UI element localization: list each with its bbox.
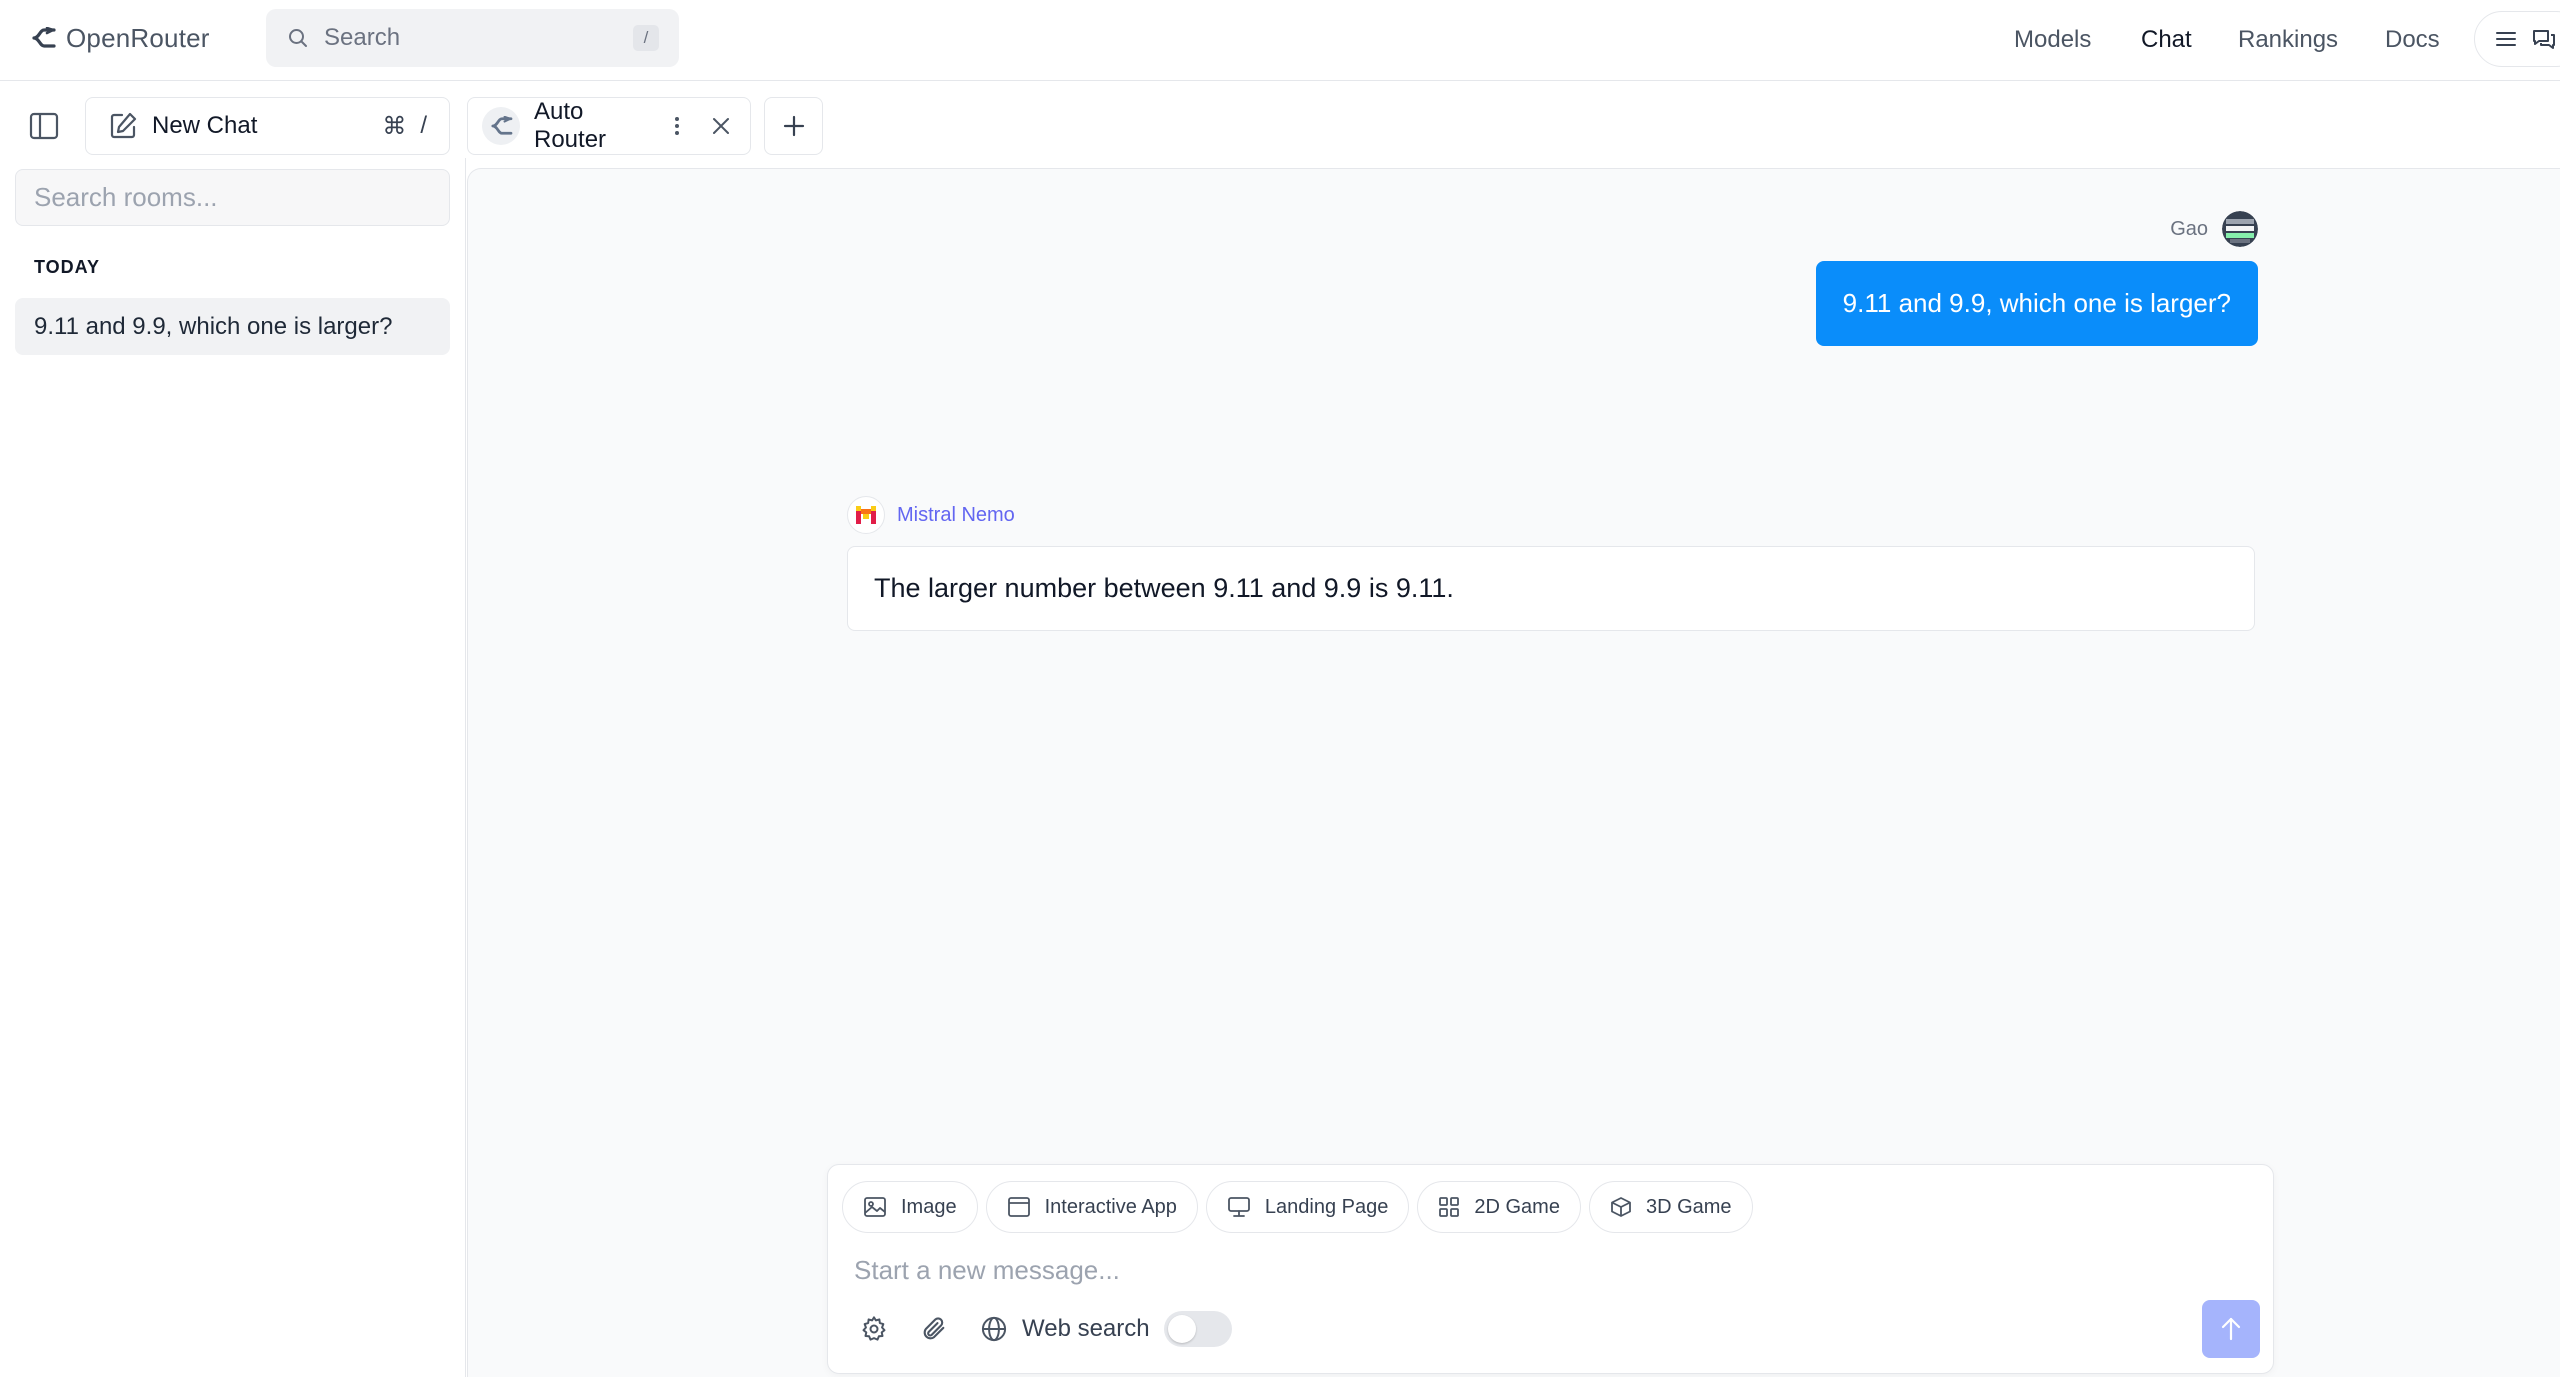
rooms-sidebar: Search rooms... TODAY 9.11 and 9.9, whic…	[0, 158, 466, 1377]
openrouter-logo-icon	[30, 27, 56, 49]
search-placeholder: Search	[324, 24, 401, 51]
quick-action-2d-game[interactable]: 2D Game	[1417, 1181, 1581, 1233]
web-search-toggle[interactable]	[1163, 1311, 1232, 1347]
quick-action-3d-game[interactable]: 3D Game	[1588, 1181, 1753, 1233]
quick-actions: Image Interactive App Landing Page 2D Ga…	[842, 1181, 1753, 1233]
search-shortcut-badge: /	[633, 25, 659, 51]
sidebar-panel-icon	[29, 112, 59, 140]
shortcut-char: /	[420, 112, 427, 139]
grid-icon	[1438, 1196, 1460, 1218]
quick-action-image[interactable]: Image	[842, 1181, 978, 1233]
message-composer: Image Interactive App Landing Page 2D Ga…	[827, 1164, 2274, 1374]
room-search-input[interactable]: Search rooms...	[15, 169, 450, 226]
brand-name: OpenRouter	[66, 22, 210, 53]
nav-link-models[interactable]: Models	[2014, 22, 2091, 58]
quick-action-label: 3D Game	[1645, 1195, 1732, 1218]
message-input[interactable]	[854, 1246, 2234, 1294]
nav-link-chat[interactable]: Chat	[2141, 22, 2192, 58]
edit-pencil-icon	[108, 111, 138, 141]
composer-controls: Web search	[856, 1308, 1232, 1350]
sidebar-toggle-button[interactable]	[26, 108, 62, 144]
hamburger-menu-icon	[2495, 29, 2517, 49]
assistant-message-bubble: The larger number between 9.11 and 9.9 i…	[847, 546, 2255, 631]
settings-gear-icon[interactable]	[856, 1311, 892, 1347]
user-message-header: Gao	[2170, 211, 2258, 247]
assistant-message-header: Mistral Nemo	[847, 496, 1015, 534]
plus-icon	[783, 115, 805, 137]
quick-action-label: 2D Game	[1474, 1195, 1560, 1218]
mistral-logo-icon	[847, 496, 885, 534]
command-key-icon: ⌘	[382, 112, 407, 140]
globe-icon	[980, 1315, 1008, 1343]
room-list-item[interactable]: 9.11 and 9.9, which one is larger?	[15, 298, 450, 355]
close-icon[interactable]	[704, 109, 738, 143]
assistant-model-name[interactable]: Mistral Nemo	[897, 504, 1015, 527]
monitor-icon	[1227, 1196, 1251, 1218]
user-message-bubble: 9.11 and 9.9, which one is larger?	[1815, 261, 2258, 346]
app-window-icon	[1007, 1196, 1031, 1218]
quick-action-label: Image	[901, 1195, 957, 1218]
nav-link-rankings[interactable]: Rankings	[2238, 22, 2338, 58]
search-icon	[286, 26, 310, 50]
add-model-button[interactable]	[764, 97, 823, 155]
quick-action-landing-page[interactable]: Landing Page	[1205, 1181, 1410, 1233]
cube-icon	[1610, 1196, 1632, 1218]
openrouter-logo[interactable]: OpenRouter	[30, 18, 210, 58]
nav-link-docs[interactable]: Docs	[2385, 22, 2440, 58]
new-chat-shortcut: ⌘ /	[382, 112, 427, 141]
new-chat-button[interactable]: New Chat ⌘ /	[85, 97, 450, 155]
messages-icon	[2531, 27, 2557, 51]
arrow-up-icon	[2220, 1316, 2242, 1342]
web-search-control: Web search	[980, 1311, 1232, 1347]
quick-action-interactive-app[interactable]: Interactive App	[985, 1181, 1198, 1233]
more-options-icon[interactable]	[664, 109, 690, 143]
user-avatar	[2222, 211, 2258, 247]
web-search-label: Web search	[1022, 1315, 1150, 1342]
account-menu-button[interactable]	[2474, 11, 2560, 67]
model-tab-label: Auto Router	[534, 98, 607, 153]
model-tab-auto-router[interactable]: Auto Router	[467, 97, 751, 155]
new-chat-label: New Chat	[152, 112, 258, 139]
chat-area: Gao 9.11 and 9.9, which one is larger? M…	[467, 168, 2560, 1377]
image-icon	[863, 1196, 887, 1218]
global-search-input[interactable]: Search /	[266, 9, 679, 67]
auto-router-icon	[482, 107, 520, 145]
send-button[interactable]	[2202, 1300, 2260, 1358]
user-name: Gao	[2170, 217, 2208, 240]
top-navigation: OpenRouter Search / Models Chat Rankings…	[0, 0, 2560, 81]
paperclip-attach-icon[interactable]	[916, 1311, 952, 1347]
quick-action-label: Landing Page	[1264, 1195, 1389, 1218]
quick-action-label: Interactive App	[1044, 1195, 1177, 1218]
section-label-today: TODAY	[34, 257, 101, 277]
